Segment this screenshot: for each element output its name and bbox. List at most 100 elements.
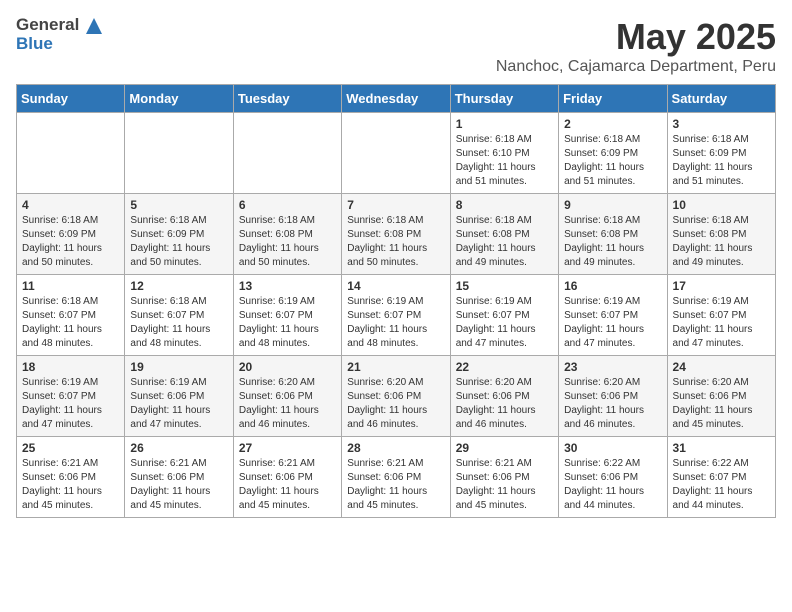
calendar-week-row: 4 Sunrise: 6:18 AM Sunset: 6:09 PM Daylig… (17, 194, 776, 275)
calendar-cell: 5 Sunrise: 6:18 AM Sunset: 6:09 PM Daylig… (125, 194, 233, 275)
logo-blue-text: Blue (16, 35, 102, 54)
day-info: Sunrise: 6:21 AM Sunset: 6:06 PM Dayligh… (347, 457, 444, 513)
day-info: Sunrise: 6:18 AM Sunset: 6:08 PM Dayligh… (564, 214, 661, 270)
day-info: Sunrise: 6:20 AM Sunset: 6:06 PM Dayligh… (456, 376, 553, 432)
day-info: Sunrise: 6:19 AM Sunset: 6:07 PM Dayligh… (456, 295, 553, 351)
day-number: 1 (456, 117, 553, 131)
day-info: Sunrise: 6:18 AM Sunset: 6:09 PM Dayligh… (22, 214, 119, 270)
day-number: 7 (347, 198, 444, 212)
day-info: Sunrise: 6:19 AM Sunset: 6:07 PM Dayligh… (239, 295, 336, 351)
calendar-cell: 14 Sunrise: 6:19 AM Sunset: 6:07 PM Dayli… (342, 275, 450, 356)
day-info: Sunrise: 6:21 AM Sunset: 6:06 PM Dayligh… (22, 457, 119, 513)
day-number: 2 (564, 117, 661, 131)
calendar-cell: 22 Sunrise: 6:20 AM Sunset: 6:06 PM Dayli… (450, 356, 558, 437)
calendar-cell: 27Sunrise: 6:21 AM Sunset: 6:06 PM Dayli… (233, 437, 341, 518)
day-number: 8 (456, 198, 553, 212)
day-info: Sunrise: 6:18 AM Sunset: 6:09 PM Dayligh… (130, 214, 227, 270)
day-info: Sunrise: 6:19 AM Sunset: 6:07 PM Dayligh… (564, 295, 661, 351)
day-info: Sunrise: 6:22 AM Sunset: 6:07 PM Dayligh… (673, 457, 770, 513)
calendar-header-row: SundayMondayTuesdayWednesdayThursdayFrid… (17, 85, 776, 113)
page-header: General Blue May 2025 Nanchoc, Cajamarca… (16, 16, 776, 76)
day-number: 23 (564, 360, 661, 374)
calendar-cell: 28 Sunrise: 6:21 AM Sunset: 6:06 PM Dayli… (342, 437, 450, 518)
day-info: Sunrise: 6:21 AM Sunset: 6:06 PM Dayligh… (239, 457, 336, 513)
calendar-week-row: 18Sunrise: 6:19 AM Sunset: 6:07 PM Dayli… (17, 356, 776, 437)
day-number: 19 (130, 360, 227, 374)
calendar-week-row: 1 Sunrise: 6:18 AM Sunset: 6:10 PM Daylig… (17, 113, 776, 194)
day-number: 17 (673, 279, 770, 293)
day-info: Sunrise: 6:18 AM Sunset: 6:08 PM Dayligh… (673, 214, 770, 270)
day-number: 26 (130, 441, 227, 455)
calendar-cell (17, 113, 125, 194)
day-number: 6 (239, 198, 336, 212)
calendar-cell: 21Sunrise: 6:20 AM Sunset: 6:06 PM Dayli… (342, 356, 450, 437)
calendar-cell (125, 113, 233, 194)
calendar-cell (342, 113, 450, 194)
day-number: 24 (673, 360, 770, 374)
calendar-cell: 3Sunrise: 6:18 AM Sunset: 6:09 PM Daylig… (667, 113, 775, 194)
calendar-cell: 23 Sunrise: 6:20 AM Sunset: 6:06 PM Dayli… (559, 356, 667, 437)
calendar-cell: 26 Sunrise: 6:21 AM Sunset: 6:06 PM Dayli… (125, 437, 233, 518)
day-number: 9 (564, 198, 661, 212)
calendar-cell: 18Sunrise: 6:19 AM Sunset: 6:07 PM Dayli… (17, 356, 125, 437)
logo: General Blue (16, 16, 102, 53)
calendar-day-header: Friday (559, 85, 667, 113)
day-info: Sunrise: 6:19 AM Sunset: 6:06 PM Dayligh… (130, 376, 227, 432)
day-number: 25 (22, 441, 119, 455)
calendar-cell (233, 113, 341, 194)
day-info: Sunrise: 6:20 AM Sunset: 6:06 PM Dayligh… (239, 376, 336, 432)
calendar-cell: 10 Sunrise: 6:18 AM Sunset: 6:08 PM Dayli… (667, 194, 775, 275)
day-number: 30 (564, 441, 661, 455)
day-info: Sunrise: 6:19 AM Sunset: 6:07 PM Dayligh… (22, 376, 119, 432)
day-info: Sunrise: 6:18 AM Sunset: 6:09 PM Dayligh… (564, 133, 661, 189)
day-number: 29 (456, 441, 553, 455)
day-info: Sunrise: 6:20 AM Sunset: 6:06 PM Dayligh… (564, 376, 661, 432)
day-number: 14 (347, 279, 444, 293)
day-info: Sunrise: 6:18 AM Sunset: 6:08 PM Dayligh… (239, 214, 336, 270)
day-info: Sunrise: 6:20 AM Sunset: 6:06 PM Dayligh… (347, 376, 444, 432)
logo-triangle-icon (86, 18, 102, 34)
title-block: May 2025 Nanchoc, Cajamarca Department, … (496, 16, 776, 76)
calendar-cell: 16 Sunrise: 6:19 AM Sunset: 6:07 PM Dayli… (559, 275, 667, 356)
calendar-cell: 8Sunrise: 6:18 AM Sunset: 6:08 PM Daylig… (450, 194, 558, 275)
calendar-table: SundayMondayTuesdayWednesdayThursdayFrid… (16, 84, 776, 518)
day-info: Sunrise: 6:21 AM Sunset: 6:06 PM Dayligh… (130, 457, 227, 513)
day-info: Sunrise: 6:22 AM Sunset: 6:06 PM Dayligh… (564, 457, 661, 513)
calendar-day-header: Tuesday (233, 85, 341, 113)
day-number: 12 (130, 279, 227, 293)
calendar-cell: 2 Sunrise: 6:18 AM Sunset: 6:09 PM Daylig… (559, 113, 667, 194)
day-number: 4 (22, 198, 119, 212)
calendar-cell: 15 Sunrise: 6:19 AM Sunset: 6:07 PM Dayli… (450, 275, 558, 356)
calendar-day-header: Monday (125, 85, 233, 113)
day-number: 5 (130, 198, 227, 212)
calendar-cell: 7 Sunrise: 6:18 AM Sunset: 6:08 PM Daylig… (342, 194, 450, 275)
calendar-cell: 20Sunrise: 6:20 AM Sunset: 6:06 PM Dayli… (233, 356, 341, 437)
calendar-cell: 17Sunrise: 6:19 AM Sunset: 6:07 PM Dayli… (667, 275, 775, 356)
day-info: Sunrise: 6:21 AM Sunset: 6:06 PM Dayligh… (456, 457, 553, 513)
calendar-cell: 24Sunrise: 6:20 AM Sunset: 6:06 PM Dayli… (667, 356, 775, 437)
calendar-day-header: Sunday (17, 85, 125, 113)
day-info: Sunrise: 6:18 AM Sunset: 6:08 PM Dayligh… (347, 214, 444, 270)
day-info: Sunrise: 6:18 AM Sunset: 6:07 PM Dayligh… (22, 295, 119, 351)
day-info: Sunrise: 6:19 AM Sunset: 6:07 PM Dayligh… (347, 295, 444, 351)
calendar-cell: 13Sunrise: 6:19 AM Sunset: 6:07 PM Dayli… (233, 275, 341, 356)
calendar-cell: 31 Sunrise: 6:22 AM Sunset: 6:07 PM Dayli… (667, 437, 775, 518)
day-number: 10 (673, 198, 770, 212)
calendar-cell: 29 Sunrise: 6:21 AM Sunset: 6:06 PM Dayli… (450, 437, 558, 518)
day-number: 22 (456, 360, 553, 374)
day-number: 31 (673, 441, 770, 455)
day-number: 11 (22, 279, 119, 293)
calendar-week-row: 25 Sunrise: 6:21 AM Sunset: 6:06 PM Dayli… (17, 437, 776, 518)
day-info: Sunrise: 6:18 AM Sunset: 6:10 PM Dayligh… (456, 133, 553, 189)
calendar-day-header: Saturday (667, 85, 775, 113)
calendar-cell: 6 Sunrise: 6:18 AM Sunset: 6:08 PM Daylig… (233, 194, 341, 275)
day-number: 15 (456, 279, 553, 293)
calendar-cell: 4 Sunrise: 6:18 AM Sunset: 6:09 PM Daylig… (17, 194, 125, 275)
calendar-title: May 2025 (496, 16, 776, 58)
calendar-cell: 19 Sunrise: 6:19 AM Sunset: 6:06 PM Dayli… (125, 356, 233, 437)
calendar-cell: 9 Sunrise: 6:18 AM Sunset: 6:08 PM Daylig… (559, 194, 667, 275)
day-number: 16 (564, 279, 661, 293)
day-number: 28 (347, 441, 444, 455)
day-info: Sunrise: 6:18 AM Sunset: 6:07 PM Dayligh… (130, 295, 227, 351)
calendar-cell: 11 Sunrise: 6:18 AM Sunset: 6:07 PM Dayli… (17, 275, 125, 356)
